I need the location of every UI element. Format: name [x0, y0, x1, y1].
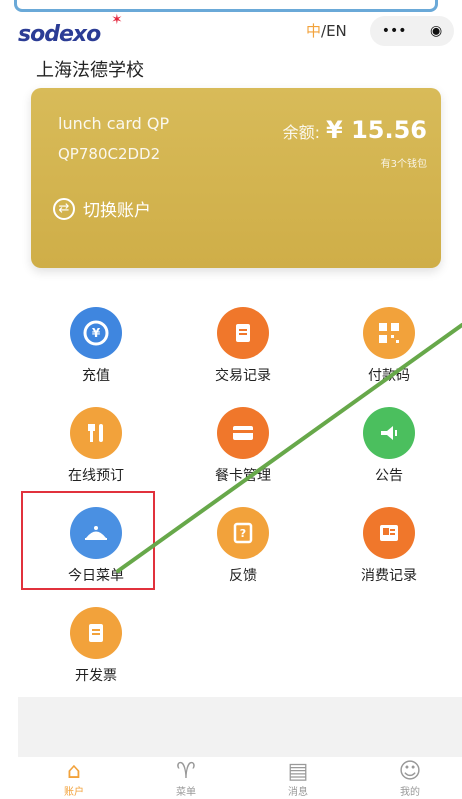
sodexo-logo: sodexo [18, 22, 101, 47]
switch-account-label: 切换账户 [83, 201, 151, 221]
tile-label-transactions: 交易记录 [215, 368, 271, 384]
switch-icon: ⇄ [53, 197, 75, 220]
top-frame-edge [14, 0, 438, 12]
fork-knife-icon [70, 407, 122, 459]
transaction-icon [217, 307, 269, 359]
switch-account-button[interactable]: ⇄ 切换账户 [53, 196, 151, 221]
highlight-box [21, 491, 155, 590]
svg-text:?: ? [240, 527, 246, 540]
announcement-icon [363, 407, 415, 459]
message-icon: ▤ [287, 759, 309, 784]
menu-icon: ♈ [176, 759, 196, 784]
balance-prefix: 余额: [282, 123, 321, 142]
home-icon: ⌂ [67, 759, 81, 784]
lang-english[interactable]: /EN [321, 22, 347, 40]
balance-amount: ¥ 15.56 [326, 116, 427, 144]
lang-chinese[interactable]: 中 [306, 22, 321, 40]
bottom-navigation: ⌂ 账户 ♈ 菜单 ▤ 消息 ☺ 我的 [18, 757, 462, 799]
tile-label-consumption-record: 消费记录 [361, 568, 417, 584]
nav-label-account: 账户 [64, 787, 84, 798]
bottom-spacer [18, 697, 462, 757]
nav-label-menu: 菜单 [176, 787, 196, 798]
screen: sodexo ✶ 中/EN ••• ◉ 上海法德学校 lunch card QP… [0, 0, 462, 799]
balance-value: 余额: ¥ 15.56 [283, 116, 427, 144]
card-icon [217, 407, 269, 459]
tile-payment-code[interactable]: 付款码 [329, 307, 449, 397]
tile-label-invoice: 开发票 [75, 668, 117, 684]
account-card[interactable]: lunch card QP QP780C2DD2 余额: ¥ 15.56 有3个钱… [31, 88, 441, 268]
svg-text:¥: ¥ [92, 326, 101, 340]
user-icon: ☺ [398, 759, 422, 784]
card-id: QP780C2DD2 [58, 145, 161, 163]
tile-label-recharge: 充值 [82, 368, 110, 384]
tile-label-feedback: 反馈 [229, 568, 257, 584]
card-label: lunch card QP [58, 114, 170, 133]
record-icon [363, 507, 415, 559]
tile-online-order[interactable]: 在线预订 [36, 407, 156, 497]
tile-announcement[interactable]: 公告 [329, 407, 449, 497]
close-target-icon[interactable]: ◉ [430, 23, 442, 39]
tile-label-card-management: 餐卡管理 [215, 468, 271, 484]
tile-recharge[interactable]: ¥ 充值 [36, 307, 156, 397]
tile-transactions[interactable]: 交易记录 [183, 307, 303, 397]
invoice-icon [70, 607, 122, 659]
logo-star-icon: ✶ [111, 12, 123, 28]
tile-label-announcement: 公告 [375, 468, 403, 484]
miniapp-capsule[interactable]: ••• ◉ [370, 16, 454, 46]
nav-message[interactable]: ▤ 消息 [258, 759, 338, 799]
language-switch[interactable]: 中/EN [306, 20, 347, 41]
tile-invoice[interactable]: 开发票 [36, 607, 156, 697]
feedback-icon: ? [217, 507, 269, 559]
recharge-icon: ¥ [70, 307, 122, 359]
tile-label-payment-code: 付款码 [368, 368, 410, 384]
nav-account[interactable]: ⌂ 账户 [34, 759, 114, 799]
tile-label-online-order: 在线预订 [68, 468, 124, 484]
qr-code-icon [363, 307, 415, 359]
nav-menu[interactable]: ♈ 菜单 [146, 759, 226, 799]
nav-label-mine: 我的 [400, 787, 420, 798]
more-icon[interactable]: ••• [382, 23, 407, 39]
nav-mine[interactable]: ☺ 我的 [370, 759, 450, 799]
school-name: 上海法德学校 [36, 60, 144, 81]
tile-consumption-record[interactable]: 消费记录 [329, 507, 449, 597]
tile-card-management[interactable]: 餐卡管理 [183, 407, 303, 497]
tile-feedback[interactable]: ? 反馈 [183, 507, 303, 597]
wallet-count: 有3个钱包 [380, 159, 427, 170]
nav-label-message: 消息 [288, 787, 308, 798]
